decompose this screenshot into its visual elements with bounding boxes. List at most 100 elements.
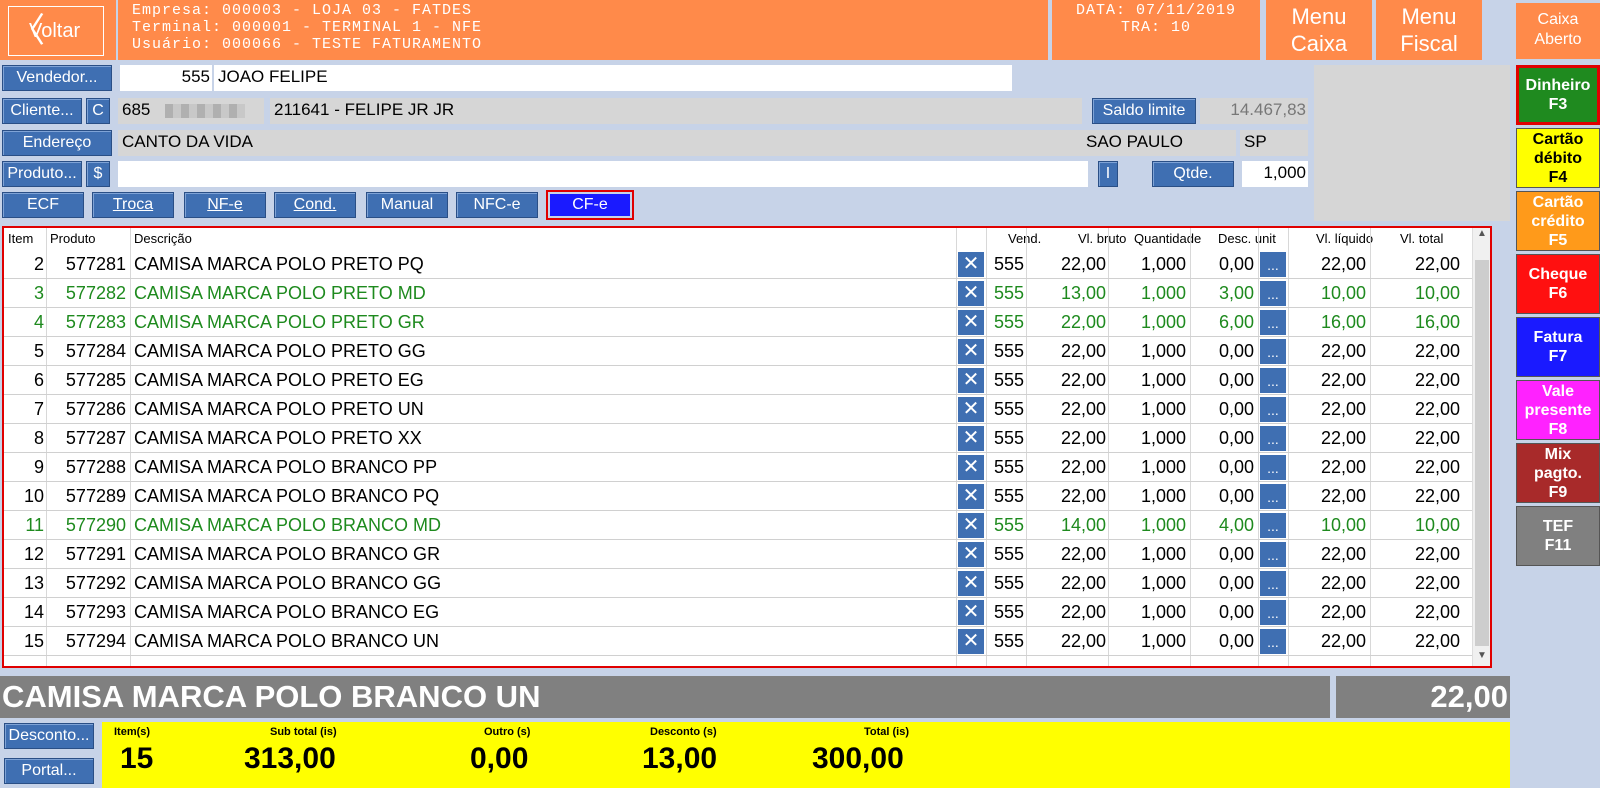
item-details-button[interactable]: ... (1260, 368, 1286, 393)
remove-item-icon[interactable]: ✕ (958, 600, 984, 625)
cliente-code-field[interactable]: 685 (118, 98, 264, 124)
remove-item-icon[interactable]: ✕ (958, 484, 984, 509)
item-details-button[interactable]: ... (1260, 513, 1286, 538)
table-row[interactable]: 12 577291 CAMISA MARCA POLO BRANCO GR 555 22… (4, 540, 1474, 569)
endereco-button[interactable]: Endereço (2, 130, 112, 156)
pay-vale-presente-button[interactable]: Vale presente F8 (1516, 380, 1600, 440)
pay-dinheiro-button[interactable]: Dinheiro F3 (1516, 65, 1600, 125)
table-row[interactable]: 14 577293 CAMISA MARCA POLO BRANCO EG 555 22… (4, 598, 1474, 627)
item-details-button[interactable]: ... (1260, 542, 1286, 567)
pay-tef-button[interactable]: TEF F11 (1516, 506, 1600, 566)
remove-item-icon[interactable]: ✕ (958, 455, 984, 480)
pay-label: F7 (1548, 348, 1568, 365)
qtde-input[interactable]: 1,000 (1242, 161, 1308, 187)
table-row[interactable]: 11 577290 CAMISA MARCA POLO BRANCO MD 555 14… (4, 511, 1474, 540)
mode-manual-button[interactable]: Manual (366, 192, 448, 218)
remove-item-icon[interactable]: ✕ (958, 252, 984, 277)
table-row[interactable]: 8 577287 CAMISA MARCA POLO PRETO XX 555 22,0… (4, 424, 1474, 453)
item-details-button[interactable]: ... (1260, 252, 1286, 277)
scroll-up-icon[interactable]: ▲ (1473, 228, 1490, 244)
cell-quantidade: 1,000 (1140, 631, 1186, 651)
table-row[interactable]: 9 577288 CAMISA MARCA POLO BRANCO PP 555 22,… (4, 453, 1474, 482)
remove-item-icon[interactable]: ✕ (958, 426, 984, 451)
table-row[interactable]: 2 577281 CAMISA MARCA POLO PRETO PQ 555 22,0… (4, 250, 1474, 279)
cell-quantidade: 1,000 (1140, 428, 1186, 448)
table-row[interactable]: 5 577284 CAMISA MARCA POLO PRETO GG 555 22,0… (4, 337, 1474, 366)
cell-desc-unit: 0,00 (1218, 602, 1254, 622)
items-grid[interactable]: Item Produto Descrição Vend. Vl. bruto Q… (2, 226, 1492, 668)
mode-troca-button[interactable]: Troca (92, 192, 174, 218)
produto-button[interactable]: Produto... (2, 161, 82, 187)
remove-item-icon[interactable]: ✕ (958, 397, 984, 422)
remove-item-icon[interactable]: ✕ (958, 513, 984, 538)
pay-cheque-button[interactable]: Cheque F6 (1516, 254, 1600, 314)
pay-label: TEF (1542, 518, 1574, 535)
table-row[interactable]: 6 577285 CAMISA MARCA POLO PRETO EG 555 22,0… (4, 366, 1474, 395)
info-button[interactable]: I (1098, 161, 1118, 187)
table-row[interactable]: 7 577286 CAMISA MARCA POLO PRETO UN 555 22,0… (4, 395, 1474, 424)
mode-nfe-button[interactable]: NF-e (184, 192, 266, 218)
cliente-button[interactable]: Cliente... (2, 98, 82, 124)
mode-ecf-button[interactable]: ECF (2, 192, 84, 218)
portal-button[interactable]: Portal... (4, 758, 94, 784)
item-details-button[interactable]: ... (1260, 310, 1286, 335)
pay-cartao-debito-button[interactable]: Cartão débito F4 (1516, 128, 1600, 188)
table-row[interactable]: 3 577282 CAMISA MARCA POLO PRETO MD 555 13,0… (4, 279, 1474, 308)
item-details-button[interactable]: ... (1260, 281, 1286, 306)
redacted-block (165, 103, 246, 118)
col-vend: Vend. (1008, 231, 1042, 246)
cell-vl-liquido: 22,00 (1320, 631, 1366, 651)
saldo-limite-button[interactable]: Saldo limite (1092, 98, 1196, 124)
menu-caixa-button[interactable]: Menu Caixa (1266, 0, 1372, 60)
cell-vl-total: 22,00 (1414, 254, 1460, 274)
cell-produto: 577281 (65, 254, 126, 274)
table-row[interactable]: 13 577292 CAMISA MARCA POLO BRANCO GG 555 22… (4, 569, 1474, 598)
back-button[interactable]: 〈 Voltar (8, 6, 104, 56)
grid-scrollbar[interactable]: ▲ ▼ (1472, 228, 1490, 666)
qtde-button[interactable]: Qtde. (1152, 161, 1234, 187)
mode-cfe-button[interactable]: CF-e (550, 194, 630, 216)
menu-fiscal-label-2: Fiscal (1400, 31, 1458, 56)
table-row[interactable]: 4 577283 CAMISA MARCA POLO PRETO GR 555 22,0… (4, 308, 1474, 337)
mode-cond-button[interactable]: Cond. (274, 192, 356, 218)
item-details-button[interactable]: ... (1260, 339, 1286, 364)
remove-item-icon[interactable]: ✕ (958, 542, 984, 567)
table-row[interactable]: 10 577289 CAMISA MARCA POLO BRANCO PQ 555 22… (4, 482, 1474, 511)
table-row[interactable]: 15 577294 CAMISA MARCA POLO BRANCO UN 555 22… (4, 627, 1474, 656)
menu-fiscal-button[interactable]: Menu Fiscal (1376, 0, 1482, 60)
produto-input[interactable] (118, 161, 1088, 187)
produto-price-button[interactable]: $ (86, 161, 110, 187)
item-details-button[interactable]: ... (1260, 484, 1286, 509)
vendedor-code-field[interactable]: 555 (120, 65, 212, 91)
cell-produto: 577293 (65, 602, 126, 622)
cell-produto: 577291 (65, 544, 126, 564)
remove-item-icon[interactable]: ✕ (958, 368, 984, 393)
item-details-button[interactable]: ... (1260, 455, 1286, 480)
scroll-down-icon[interactable]: ▼ (1473, 650, 1490, 666)
pay-cartao-credito-button[interactable]: Cartão crédito F5 (1516, 191, 1600, 251)
desconto-button[interactable]: Desconto... (4, 723, 94, 749)
remove-item-icon[interactable]: ✕ (958, 571, 984, 596)
pay-label: Cartão (1532, 193, 1584, 211)
item-details-button[interactable]: ... (1260, 629, 1286, 654)
pay-mix-pagto-button[interactable]: Mix pagto. F9 (1516, 443, 1600, 503)
item-details-button[interactable]: ... (1260, 426, 1286, 451)
remove-item-icon[interactable]: ✕ (958, 339, 984, 364)
mode-nfce-button[interactable]: NFC-e (456, 192, 538, 218)
item-details-button[interactable]: ... (1260, 571, 1286, 596)
remove-item-icon[interactable]: ✕ (958, 281, 984, 306)
remove-item-icon[interactable]: ✕ (958, 310, 984, 335)
scroll-thumb[interactable] (1475, 260, 1489, 646)
pay-label: Vale (1541, 382, 1575, 400)
pay-fatura-button[interactable]: Fatura F7 (1516, 317, 1600, 377)
remove-item-icon[interactable]: ✕ (958, 629, 984, 654)
cell-vl-bruto: 22,00 (1060, 428, 1106, 448)
vendedor-button[interactable]: Vendedor... (2, 65, 112, 91)
item-details-button[interactable]: ... (1260, 397, 1286, 422)
cell-produto: 577285 (65, 370, 126, 390)
item-details-button[interactable]: ... (1260, 600, 1286, 625)
pay-label: F3 (1548, 96, 1568, 113)
cliente-c-button[interactable]: C (86, 98, 110, 124)
cell-descricao: CAMISA MARCA POLO PRETO GG (134, 341, 426, 361)
caixa-status[interactable]: Caixa Aberto (1516, 3, 1600, 59)
